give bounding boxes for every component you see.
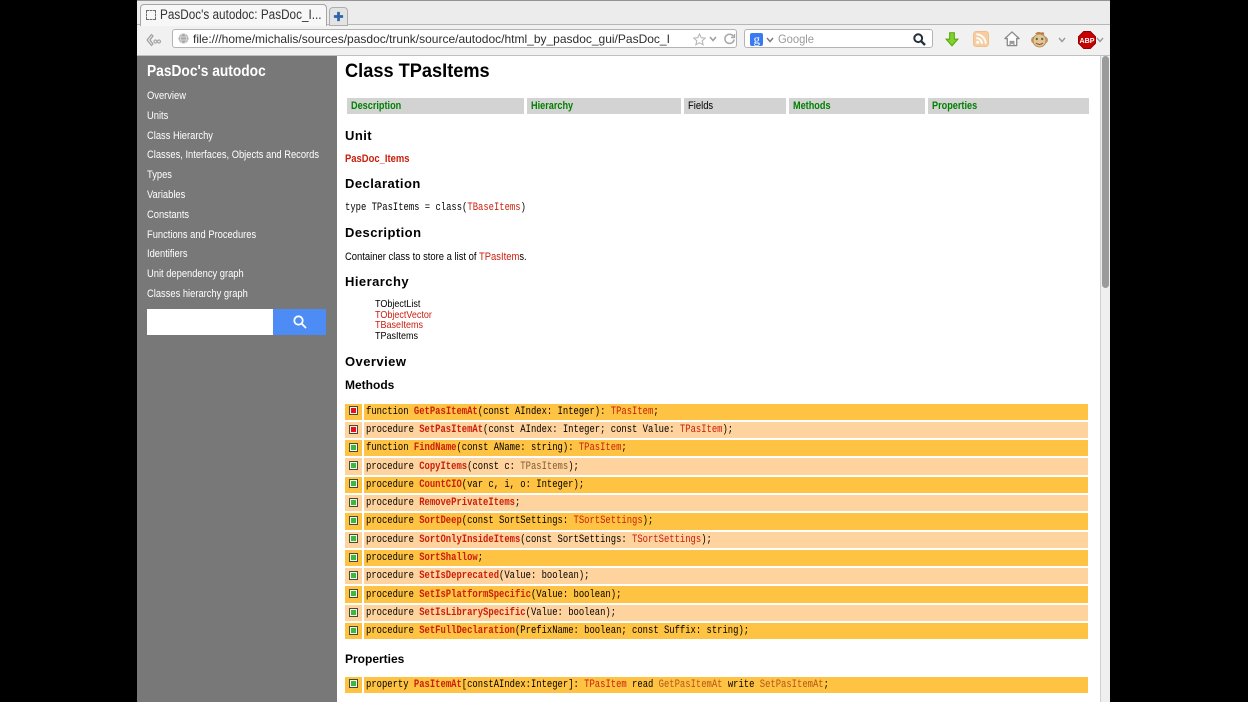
svg-text:ABP: ABP <box>1080 37 1095 45</box>
svg-text:g: g <box>753 33 760 46</box>
